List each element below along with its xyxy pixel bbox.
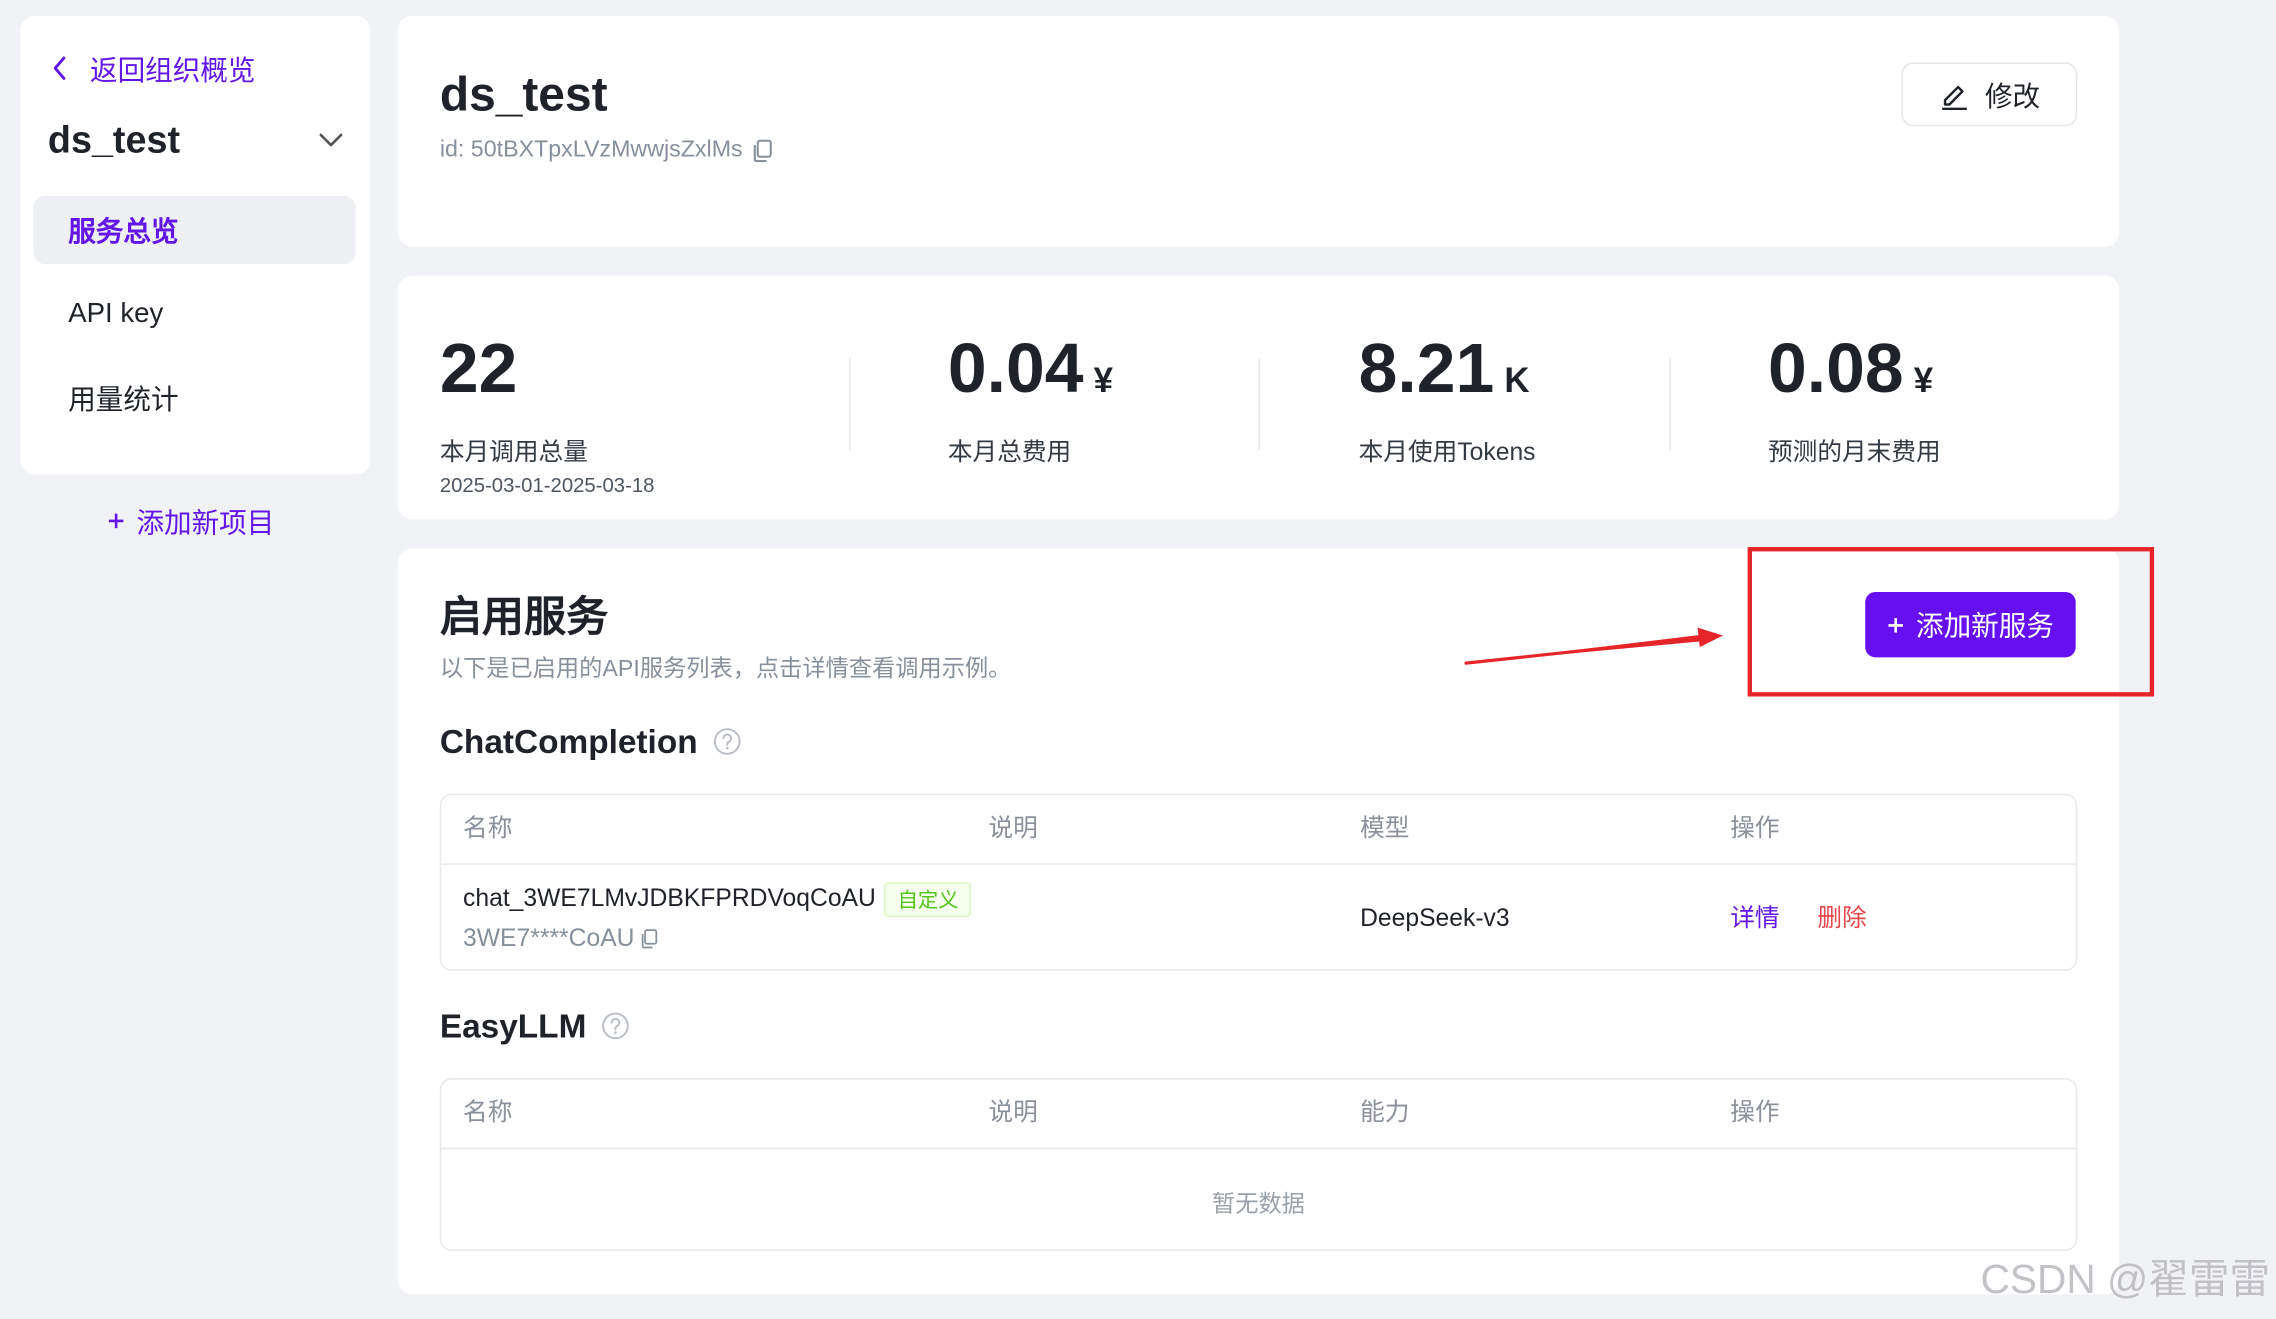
app-root: 返回组织概览 ds_test 服务总览 API key 用量统计 添加新项目 d… [0, 0, 2276, 1319]
stat-number: 0.04 [947, 330, 1084, 408]
stat-forecast-label: 预测的月末费用 [1767, 438, 1941, 466]
back-link-label: 返回组织概览 [89, 55, 256, 87]
stat-cost-value: 0.04 ¥ [948, 329, 1113, 422]
service-key: 3WE7****CoAU [463, 923, 658, 955]
chevron-down-icon [318, 131, 344, 148]
sidebar: 返回组织概览 ds_test 服务总览 API key 用量统计 [20, 15, 371, 475]
back-to-org-link[interactable]: 返回组织概览 [51, 51, 256, 86]
column-header-description: 说明 [988, 814, 1038, 842]
group-title-text: ChatCompletion [439, 721, 698, 760]
stat-number: 8.21 [1358, 330, 1495, 408]
chat-completion-title: ChatCompletion [440, 720, 741, 764]
stat-unit: ¥ [1913, 361, 1934, 401]
delete-link[interactable]: 删除 [1817, 903, 1866, 935]
sidebar-item-label: API key [68, 298, 164, 329]
detail-link[interactable]: 详情 [1730, 903, 1779, 935]
add-project-button[interactable]: 添加新项目 [107, 504, 274, 539]
service-name: chat_3WE7LMvJDBKFPRDVoqCoAU [463, 884, 876, 912]
project-id-text: id: 50tBXTpxLVzMwwjsZxlMs [439, 137, 743, 163]
stat-date-range: 2025-03-01-2025-03-18 [439, 473, 655, 497]
table-header: 名称 说明 能力 操作 [441, 1080, 2076, 1150]
add-project-label: 添加新项目 [136, 508, 275, 540]
empty-state: 暂无数据 [441, 1149, 2075, 1249]
column-header-model: 模型 [1360, 814, 1410, 842]
column-header-actions: 操作 [1730, 1098, 1780, 1127]
annotation-highlight-box [1747, 547, 2155, 697]
chat-completion-table: 名称 说明 模型 操作 chat_3WE7LMvJDBKFPRDVoqCoAU 自… [439, 793, 2078, 971]
stat-divider [1258, 358, 1260, 450]
services-subtitle: 以下是已启用的API服务列表，点击详情查看调用示例。 [439, 657, 1012, 682]
project-selector[interactable]: ds_test [48, 116, 344, 162]
plus-icon [107, 512, 124, 529]
copy-icon[interactable] [751, 139, 772, 163]
sidebar-item-api-key[interactable]: API key [33, 280, 355, 348]
sidebar-item-usage-stats[interactable]: 用量统计 [33, 364, 355, 432]
edit-button-label: 修改 [1984, 81, 2041, 113]
easyllm-title: EasyLLM [440, 1004, 630, 1048]
stat-number: 22 [439, 330, 518, 408]
stat-forecast-value: 0.08 ¥ [1768, 329, 1933, 422]
sidebar-item-label: 服务总览 [68, 217, 179, 249]
sidebar-item-label: 用量统计 [68, 385, 179, 417]
table-row: chat_3WE7LMvJDBKFPRDVoqCoAU 自定义 3WE7****C… [441, 865, 2075, 969]
easyllm-table: 名称 说明 能力 操作 暂无数据 [439, 1078, 2078, 1251]
watermark: CSDN @翟雷雷 [1980, 1256, 2271, 1302]
stat-calls-value: 22 [440, 329, 517, 410]
page-title: ds_test [439, 66, 608, 121]
stat-divider [849, 358, 851, 450]
column-header-capability: 能力 [1360, 1098, 1410, 1127]
chevron-left-icon [51, 54, 71, 83]
help-icon[interactable] [712, 727, 741, 756]
services-title: 启用服务 [439, 594, 609, 642]
stat-cost-label: 本月总费用 [947, 438, 1072, 466]
column-header-name: 名称 [463, 1098, 513, 1127]
empty-state-text: 暂无数据 [1212, 1192, 1305, 1217]
stat-tokens-value: 8.21 K [1359, 329, 1530, 422]
edit-button[interactable]: 修改 [1901, 62, 2078, 127]
copy-icon[interactable] [640, 929, 658, 949]
edit-icon [1938, 78, 1970, 111]
column-header-name: 名称 [463, 814, 513, 842]
stats-card: 22 本月调用总量 2025-03-01-2025-03-18 0.04 ¥ 本… [397, 275, 2120, 520]
service-name-cell: chat_3WE7LMvJDBKFPRDVoqCoAU 自定义 [463, 882, 972, 918]
stat-tokens-label: 本月使用Tokens [1358, 438, 1536, 466]
group-title-text: EasyLLM [439, 1006, 587, 1045]
table-header: 名称 说明 模型 操作 [441, 795, 2076, 865]
column-header-actions: 操作 [1730, 814, 1780, 842]
project-id: id: 50tBXTpxLVzMwwjsZxlMs [440, 136, 772, 165]
service-key-text: 3WE7****CoAU [463, 924, 635, 952]
column-header-description: 说明 [988, 1098, 1038, 1127]
sidebar-item-service-overview[interactable]: 服务总览 [33, 195, 356, 265]
stat-calls-label: 本月调用总量 [439, 438, 588, 466]
service-model: DeepSeek-v3 [1360, 904, 1510, 932]
stat-divider [1669, 358, 1671, 450]
stat-number: 0.08 [1767, 330, 1904, 408]
stat-unit: K [1504, 361, 1530, 401]
help-icon[interactable] [601, 1011, 630, 1040]
custom-tag: 自定义 [884, 882, 972, 918]
project-name: ds_test [47, 117, 181, 162]
project-header-card: ds_test id: 50tBXTpxLVzMwwjsZxlMs 修改 [397, 15, 2120, 247]
stat-unit: ¥ [1093, 361, 1114, 401]
